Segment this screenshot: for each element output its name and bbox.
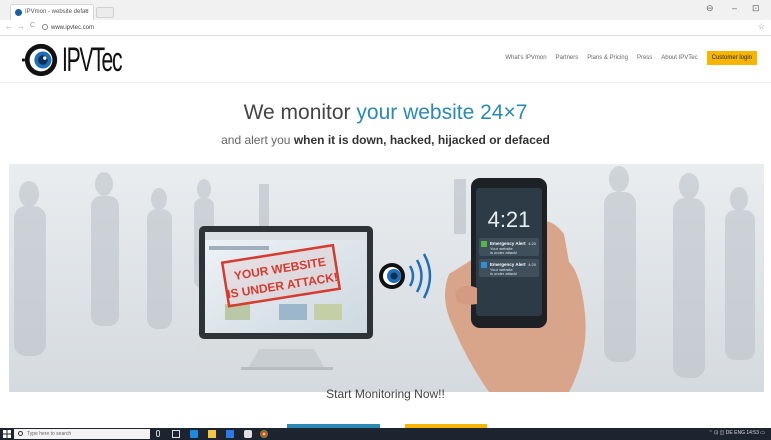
minimize-button[interactable]: – [732, 3, 737, 13]
address-bar-row: ← → C www.ipvtec.com ☆ [0, 20, 771, 36]
forward-button[interactable]: → [17, 22, 25, 31]
url-input[interactable]: www.ipvtec.com [42, 22, 754, 34]
headline-highlight: your website 24×7 [356, 101, 528, 124]
nav-partners[interactable]: Partners [556, 55, 579, 61]
nav-about[interactable]: About IPVTec [661, 55, 697, 61]
taskbar-search-input[interactable]: Type here to search [14, 429, 150, 439]
start-monitoring-text: Start Monitoring Now!! [326, 387, 445, 401]
microphone-icon[interactable] [156, 430, 160, 437]
store-icon[interactable] [226, 430, 234, 438]
restore-button[interactable]: ⊡ [752, 3, 760, 14]
hero-subline: and alert you when it is down, hacked, h… [0, 133, 771, 147]
system-tray: ⌃ ⊡ ◫ DE ENG 14:53 ▭ [709, 430, 766, 436]
bookmark-star-icon[interactable]: ☆ [758, 22, 765, 31]
new-tab-button[interactable] [96, 7, 114, 18]
taskbar-search-placeholder: Type here to search [27, 431, 72, 437]
alert2-time: 4:20 [528, 262, 537, 267]
nav-plans-pricing[interactable]: Plans & Pricing [587, 55, 628, 61]
notifications-icon[interactable]: ▭ [760, 430, 765, 436]
site-header: IPVTec What's IPVmon Partners Plans & Pr… [0, 37, 771, 83]
hero-headline: We monitor your website 24×7 [0, 101, 771, 125]
phone-clock: 4:21 [488, 207, 531, 232]
language-eng[interactable]: ENG [734, 430, 745, 436]
profile-icon[interactable]: ⊖ [706, 3, 714, 14]
browser-tabbar: IPVmon - website defac × ⊖ – ⊡ [0, 0, 771, 20]
back-button[interactable]: ← [5, 22, 13, 31]
task-view-icon[interactable] [172, 430, 180, 438]
chrome-icon[interactable] [260, 430, 268, 438]
nav-press[interactable]: Press [637, 55, 652, 61]
headline-pre: We monitor [243, 101, 357, 124]
logo-text: IPVTec [62, 40, 123, 79]
hero-scene-graphic: YOUR WEBSITE IS UNDER ATTACK! 4:21 Emerg… [9, 164, 764, 392]
favicon-icon [15, 9, 22, 16]
url-text: www.ipvtec.com [51, 25, 95, 31]
alert2-line2: is under attack! [490, 271, 517, 276]
tab-title: IPVmon - website defac [25, 9, 89, 15]
site-logo[interactable]: IPVTec [22, 40, 158, 80]
main-nav: What's IPVmon Partners Plans & Pricing P… [496, 51, 757, 65]
clock[interactable]: 14:53 [746, 430, 759, 436]
mail-icon[interactable] [244, 430, 252, 438]
browser-tab[interactable]: IPVmon - website defac × [10, 4, 94, 20]
subline-pre: and alert you [221, 133, 294, 147]
info-icon [42, 24, 48, 30]
customer-login-button[interactable]: Customer login [706, 51, 757, 65]
file-explorer-icon[interactable] [208, 430, 216, 438]
reload-button[interactable]: C [30, 22, 35, 29]
logo-eye-icon [22, 43, 58, 77]
nav-whats-ipvmon[interactable]: What's IPVmon [505, 55, 546, 61]
windows-taskbar: Type here to search ⌃ ⊡ ◫ DE ENG 14:53 ▭ [0, 428, 771, 440]
windows-start-icon[interactable] [3, 430, 11, 438]
subline-bold: when it is down, hacked, hijacked or def… [293, 133, 550, 147]
tab-close-icon[interactable]: × [85, 8, 89, 15]
edge-browser-icon[interactable] [190, 430, 198, 438]
alert1-line2: is under attack! [490, 250, 517, 255]
tray-icons[interactable]: ⌃ ⊡ ◫ [709, 430, 725, 436]
language-de[interactable]: DE [726, 430, 733, 436]
monitor-graphic: YOUR WEBSITE IS UNDER ATTACK! [195, 226, 377, 370]
alert1-time: 4:20 [528, 241, 537, 246]
hero-illustration: YOUR WEBSITE IS UNDER ATTACK! 4:21 Emerg… [9, 164, 764, 392]
search-icon [18, 431, 23, 436]
